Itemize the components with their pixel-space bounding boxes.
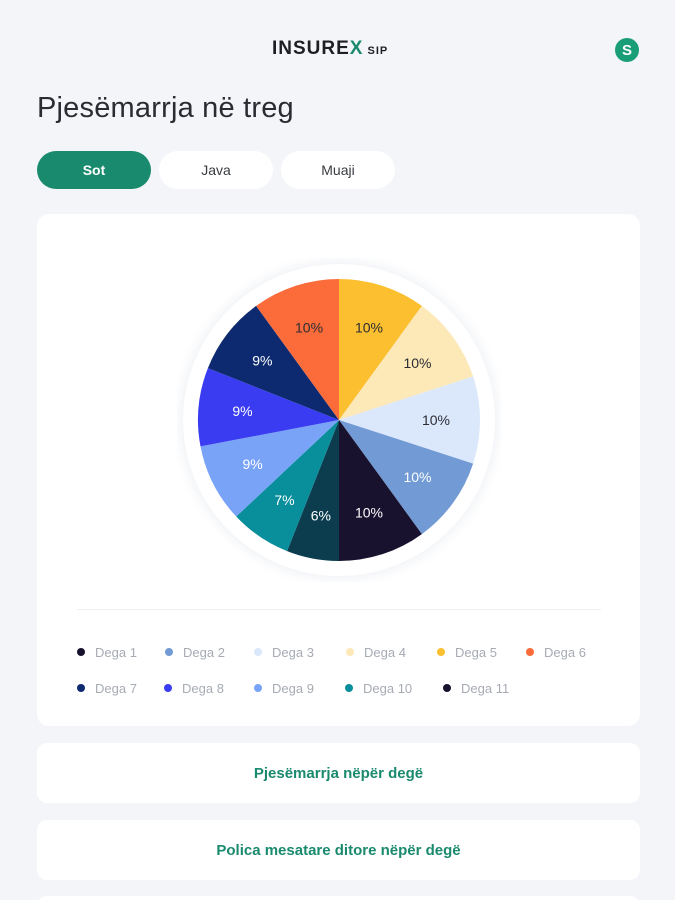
legend-dot [443,684,451,692]
legend-item[interactable]: Dega 6 [526,645,606,660]
pie-slice-label: 6% [311,507,331,523]
legend-label: Dega 2 [183,644,225,660]
legend-dot [437,648,445,656]
legend-label: Dega 6 [544,644,586,660]
pie-slice-label: 10% [355,504,383,520]
legend-item[interactable]: Dega 1 [77,645,165,660]
pie-slice-label: 10% [422,412,450,428]
legend-dot [77,648,85,656]
tab-week[interactable]: Java [159,151,273,189]
legend-label: Dega 3 [272,644,314,660]
top-bar: INSURE X SIP S [0,0,675,90]
legend-item[interactable]: Dega 9 [254,681,345,696]
pie-slice-label: 7% [274,492,294,508]
legend-item[interactable]: Dega 4 [346,645,437,660]
legend-dot [254,648,262,656]
legend-dot [164,684,172,692]
legend-dot [165,648,173,656]
period-tabs: Sot Java Muaji [37,151,395,189]
pie-chart: 10% 10% 10% 10% 10% 6% 7% 9% 9% 9% 10% [177,258,501,582]
logo-main-text: INSURE [272,38,350,59]
pie-chart-svg: 10% 10% 10% 10% 10% 6% 7% 9% 9% 9% 10% [181,262,497,578]
app-logo: INSURE X SIP [272,38,388,60]
logo-accent-text: X [349,38,364,59]
market-share-card: 10% 10% 10% 10% 10% 6% 7% 9% 9% 9% 10% Dega 1 Dega … [37,214,640,726]
branch-participation-button[interactable]: Pjesëmarrja nëpër degë [37,743,640,803]
avg-daily-policy-button[interactable]: Polica mesatare ditore nëpër degë [37,820,640,880]
tab-today[interactable]: Sot [37,151,151,189]
pie-slice-label: 10% [295,320,323,336]
legend-label: Dega 10 [363,680,413,696]
legend-dot [526,648,534,656]
legend-label: Dega 4 [364,644,406,660]
legend-dot [346,648,354,656]
page-title: Pjesëmarrja në treg [37,92,294,124]
chart-legend: Dega 1 Dega 2 Dega 3 Dega 4 Dega 5 Dega 6 Dega… [77,634,617,706]
legend-item[interactable]: Dega 10 [345,681,443,696]
logo-sub-text: SIP [367,45,389,57]
pie-slice-label: 10% [403,355,431,371]
pie-slice-label: 9% [232,403,252,419]
legend-label: Dega 1 [95,644,137,660]
legend-dot [345,684,353,692]
pie-slice-label: 10% [355,320,383,336]
legend-dot [77,684,85,692]
tab-month[interactable]: Muaji [281,151,395,189]
next-card[interactable] [37,896,640,900]
legend-label: Dega 7 [95,680,137,696]
legend-label: Dega 11 [461,680,510,696]
avatar-letter: S [621,41,632,59]
legend-divider [77,609,601,610]
legend-item[interactable]: Dega 7 [77,681,164,696]
legend-item[interactable]: Dega 8 [164,681,254,696]
legend-label: Dega 9 [272,680,314,696]
legend-label: Dega 5 [455,644,497,660]
legend-dot [254,684,262,692]
legend-label: Dega 8 [182,680,224,696]
pie-slice-label: 10% [403,469,431,485]
user-avatar[interactable]: S [615,38,639,62]
legend-row: Dega 7 Dega 8 Dega 9 Dega 10 Dega 11 [77,670,617,706]
legend-item[interactable]: Dega 5 [437,645,526,660]
legend-item[interactable]: Dega 3 [254,645,346,660]
legend-item[interactable]: Dega 2 [165,645,254,660]
pie-slice-label: 9% [252,353,272,369]
pie-slice-label: 9% [242,456,262,472]
legend-row: Dega 1 Dega 2 Dega 3 Dega 4 Dega 5 Dega 6 [77,634,617,670]
legend-item[interactable]: Dega 11 [443,681,523,696]
